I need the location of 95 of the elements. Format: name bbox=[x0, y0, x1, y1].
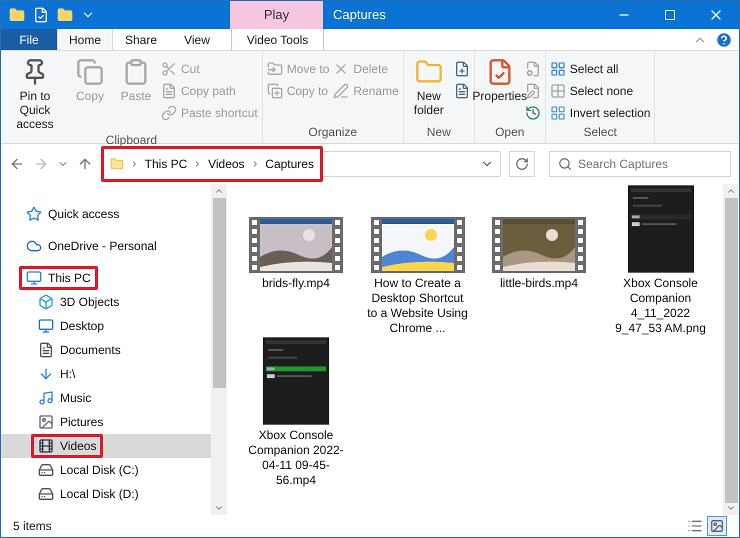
details-view-icon[interactable] bbox=[687, 518, 703, 534]
window-title: Captures bbox=[332, 6, 387, 24]
ribbon-button[interactable]: Select all bbox=[548, 59, 652, 79]
scissors-icon bbox=[161, 61, 177, 77]
ribbon-button[interactable]: Select none bbox=[548, 81, 652, 101]
properties-icon[interactable] bbox=[33, 7, 49, 23]
nav-item[interactable]: Music bbox=[1, 386, 211, 410]
picture-icon bbox=[710, 519, 724, 533]
nav-label: Local Disk (C:) bbox=[60, 462, 139, 479]
nav-label: Desktop bbox=[60, 318, 104, 335]
help-icon[interactable] bbox=[715, 30, 733, 48]
group-label: Select bbox=[582, 124, 618, 141]
back-icon[interactable] bbox=[9, 156, 25, 172]
nav-label: H:\ bbox=[60, 366, 76, 383]
group-label: Clipboard bbox=[104, 132, 158, 149]
arrow-down-icon bbox=[38, 366, 54, 382]
nav-item[interactable]: 3D Objects bbox=[1, 290, 211, 314]
drive-icon bbox=[38, 486, 54, 502]
new-item-icon bbox=[454, 61, 470, 77]
folder-icon[interactable] bbox=[9, 7, 25, 23]
nav-label: This PC bbox=[48, 270, 91, 287]
ribbon-button[interactable]: Pin to Quick access bbox=[3, 55, 67, 131]
maximize-icon[interactable] bbox=[664, 9, 676, 21]
group-label: Organize bbox=[307, 124, 358, 141]
group-label: New bbox=[426, 124, 452, 141]
cloud-icon bbox=[26, 238, 42, 254]
monitor-icon bbox=[26, 270, 42, 286]
context-tab-header: Play bbox=[230, 1, 323, 29]
nav-label: Videos bbox=[60, 438, 96, 455]
path-icon bbox=[161, 83, 177, 99]
nav-item[interactable]: Pictures bbox=[1, 410, 211, 434]
breadcrumb[interactable]: This PC bbox=[144, 155, 188, 173]
search-icon bbox=[558, 157, 572, 171]
group-label: Open bbox=[494, 124, 526, 141]
shortcut-icon bbox=[161, 105, 177, 121]
file-name[interactable]: Xbox Console Companion 2022-04-11 09-45-56.mp4 bbox=[244, 428, 348, 488]
nav-label: Quick access bbox=[48, 206, 120, 223]
picture-icon bbox=[38, 414, 54, 430]
file-name[interactable]: little-birds.mp4 bbox=[487, 276, 591, 291]
breadcrumb-bar[interactable]: This PC Videos Captures bbox=[101, 146, 323, 182]
film-icon bbox=[38, 438, 54, 454]
nav-item[interactable]: Local Disk (C:) bbox=[1, 458, 211, 482]
nav-item[interactable]: This PC bbox=[1, 266, 211, 290]
history-icon bbox=[524, 105, 541, 121]
copy-icon bbox=[76, 58, 104, 86]
search-field[interactable]: Search Captures bbox=[578, 155, 722, 173]
document-icon bbox=[454, 83, 470, 99]
ribbon-tab[interactable]: File bbox=[1, 29, 57, 50]
select-all-icon bbox=[550, 61, 566, 77]
nav-label: 3D Objects bbox=[60, 294, 120, 311]
scrollbar[interactable] bbox=[211, 184, 227, 515]
nav-item[interactable]: Documents bbox=[1, 338, 211, 362]
file-name[interactable]: Xbox Console Companion 4_11_2022 9_47_53 AM.png bbox=[608, 276, 712, 336]
ribbon-button[interactable]: Invert selection bbox=[548, 103, 652, 123]
file-name[interactable]: How to Create a Desktop Shortcut to a Website Using Chrome ... bbox=[366, 276, 470, 336]
copy-icon bbox=[266, 83, 283, 99]
nav-item[interactable]: Quick access bbox=[1, 202, 211, 226]
refresh-button[interactable] bbox=[509, 151, 535, 177]
drive-icon bbox=[38, 462, 54, 478]
refresh-icon[interactable] bbox=[515, 157, 529, 171]
breadcrumb[interactable]: Captures bbox=[265, 155, 314, 173]
nav-label: Local Disk (D:) bbox=[60, 486, 139, 503]
nav-label: Music bbox=[60, 390, 92, 407]
desktop-icon bbox=[38, 318, 54, 334]
ribbon-tab[interactable]: Video Tools bbox=[231, 29, 324, 50]
nav-item[interactable]: Local Disk (D:) bbox=[1, 482, 211, 506]
nav-label: Pictures bbox=[60, 414, 104, 431]
nav-item[interactable]: Desktop bbox=[1, 314, 211, 338]
rename-icon bbox=[333, 83, 350, 99]
nav-item[interactable]: H:\ bbox=[1, 362, 211, 386]
item-count: 5 items bbox=[13, 518, 52, 535]
folder-icon[interactable] bbox=[57, 7, 73, 23]
breadcrumb[interactable]: Videos bbox=[208, 155, 245, 173]
up-icon[interactable] bbox=[77, 156, 93, 172]
invert-selection-icon bbox=[550, 105, 566, 121]
file-name[interactable]: brids-fly.mp4 bbox=[244, 276, 348, 291]
move-icon bbox=[266, 61, 283, 77]
nav-label: Documents bbox=[60, 342, 121, 359]
select-none-icon bbox=[550, 83, 566, 99]
nav-item[interactable]: Videos bbox=[1, 434, 211, 458]
star-icon bbox=[26, 206, 42, 222]
cube-icon bbox=[38, 294, 54, 310]
ribbon-tab[interactable]: Home bbox=[57, 29, 113, 50]
folder-icon bbox=[110, 156, 124, 172]
nav-item[interactable]: OneDrive - Personal bbox=[1, 234, 211, 258]
scrollbar[interactable] bbox=[723, 184, 739, 515]
document-icon bbox=[38, 342, 54, 358]
nav-label: OneDrive - Personal bbox=[48, 238, 157, 255]
ribbon-button[interactable]: New folder bbox=[406, 55, 452, 123]
open-icon bbox=[524, 61, 541, 77]
ribbon-tab[interactable]: View bbox=[169, 29, 225, 50]
ribbon-tab[interactable]: Share bbox=[113, 29, 169, 50]
music-icon bbox=[38, 390, 54, 406]
thumbnail-view-button[interactable] bbox=[707, 516, 727, 536]
search-box[interactable]: Search Captures bbox=[549, 151, 731, 177]
